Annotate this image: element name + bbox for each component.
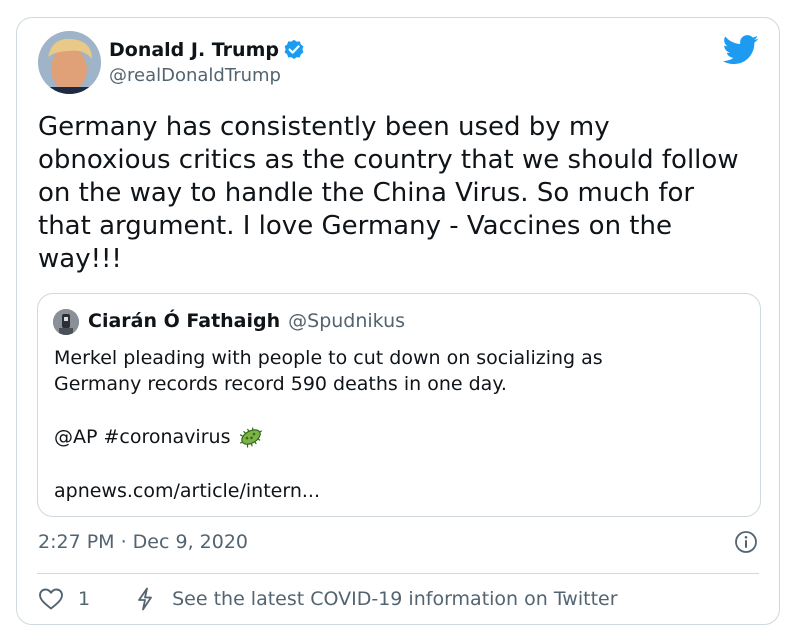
quoted-tweet[interactable]: Ciarán Ó Fathaigh @Spudnikus Merkel plea… — [37, 293, 761, 517]
info-icon[interactable] — [734, 530, 758, 554]
quoted-author-avatar[interactable] — [53, 309, 79, 335]
quoted-tweet-text: Merkel pleading with people to cut down … — [54, 347, 603, 395]
heart-icon[interactable] — [38, 587, 64, 611]
author-avatar[interactable] — [38, 31, 101, 94]
quoted-tweet-tags: @AP #coronavirus — [54, 424, 264, 450]
microbe-emoji-icon — [238, 424, 264, 450]
author-name-row: Donald J. Trump — [109, 38, 305, 62]
verified-badge-icon — [283, 39, 305, 61]
like-count[interactable]: 1 — [78, 586, 90, 612]
covid-info-link[interactable]: See the latest COVID-19 information on T… — [172, 586, 617, 612]
tweet-timestamp[interactable]: 2:27 PM · Dec 9, 2020 — [38, 529, 248, 555]
footer-divider — [37, 573, 759, 574]
tweet-footer: 1 See the latest COVID-19 information on… — [38, 586, 618, 612]
lightning-bolt-icon — [134, 587, 156, 611]
quoted-tweet-link[interactable]: apnews.com/article/intern... — [54, 478, 320, 504]
tweet-text: Germany has consistently been used by my… — [38, 112, 739, 274]
embedded-tweet-card[interactable]: Donald J. Trump @realDonaldTrump Germany… — [16, 17, 780, 625]
quoted-author-name[interactable]: Ciarán Ó Fathaigh — [88, 310, 280, 332]
quoted-author-row: Ciarán Ó Fathaigh @Spudnikus — [88, 310, 405, 332]
author-display-name[interactable]: Donald J. Trump — [109, 38, 279, 62]
quoted-author-handle[interactable]: @Spudnikus — [288, 310, 405, 332]
twitter-bird-icon[interactable] — [722, 35, 759, 65]
author-handle[interactable]: @realDonaldTrump — [109, 65, 281, 87]
quoted-tags-text[interactable]: @AP #coronavirus — [54, 424, 230, 450]
